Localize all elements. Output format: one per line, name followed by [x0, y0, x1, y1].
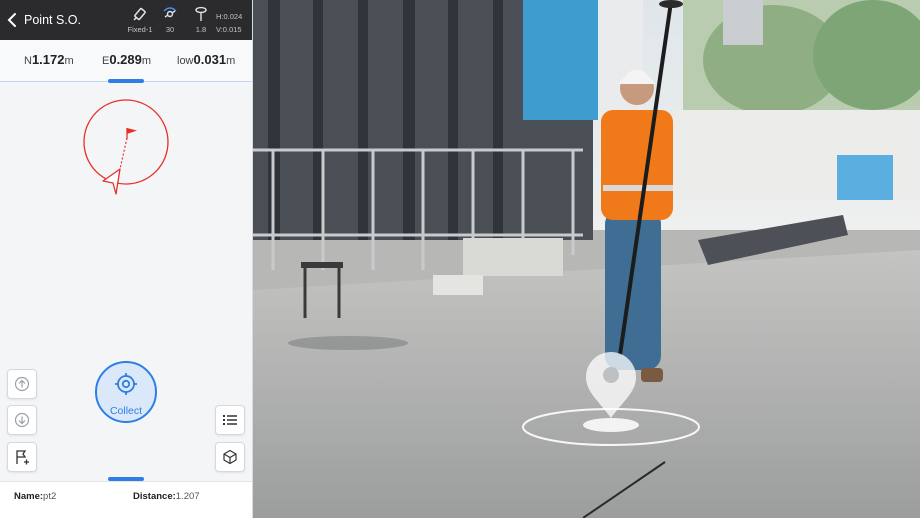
move-up-button[interactable] [7, 369, 37, 399]
point-name: Name:pt2 [14, 491, 57, 502]
collect-label: Collect [109, 405, 143, 417]
satellite-icon [163, 7, 177, 18]
route-flag-icon [16, 450, 29, 465]
move-down-button[interactable] [7, 405, 37, 435]
point-list-icon [223, 415, 237, 425]
3d-view-button[interactable] [215, 442, 245, 472]
point-distance: Distance:1.207 [133, 491, 200, 502]
elevation-offset: low0.031m [177, 52, 236, 67]
east-offset: E0.289m [102, 52, 152, 67]
antenna-height: 1.8 [195, 25, 207, 34]
navigation-arrow-icon [102, 168, 121, 195]
point-info-bar: Name:pt2 Distance:1.207 [0, 481, 252, 518]
arrow-up-icon [14, 376, 30, 392]
coordinate-readout: N1.172m E0.289m low0.031m [0, 40, 252, 82]
back-arrow-icon[interactable] [6, 11, 20, 29]
page-title: Point S.O. [24, 13, 81, 27]
construction-site-image [253, 0, 920, 518]
north-offset: N1.172m [24, 52, 74, 67]
stakeout-compass [83, 99, 169, 195]
tab-indicator [108, 79, 144, 83]
point-list-button[interactable] [215, 405, 245, 435]
cube-3d-icon [223, 449, 237, 465]
gnss-signal-icon [133, 7, 146, 21]
stakeout-panel: Point S.O. Fixed-1 30 1.8 H:0.024 V:0.01… [0, 0, 253, 518]
top-bar: Point S.O. Fixed-1 30 1.8 H:0.024 V:0.01… [0, 0, 252, 40]
arrow-down-icon [14, 412, 30, 428]
h-precision: H:0.024 [216, 12, 243, 21]
crosshair-icon [115, 373, 137, 395]
antenna-status[interactable]: 1.8 [183, 4, 219, 34]
camera-scene [253, 0, 920, 518]
precision-readout: H:0.024 V:0.015 [216, 10, 242, 36]
guide-line [119, 137, 128, 170]
collect-button[interactable]: Collect [95, 361, 157, 423]
route-button[interactable] [7, 442, 37, 472]
v-precision: V:0.015 [216, 25, 242, 34]
target-flag-icon [126, 128, 137, 139]
antenna-pole-icon [195, 6, 207, 21]
